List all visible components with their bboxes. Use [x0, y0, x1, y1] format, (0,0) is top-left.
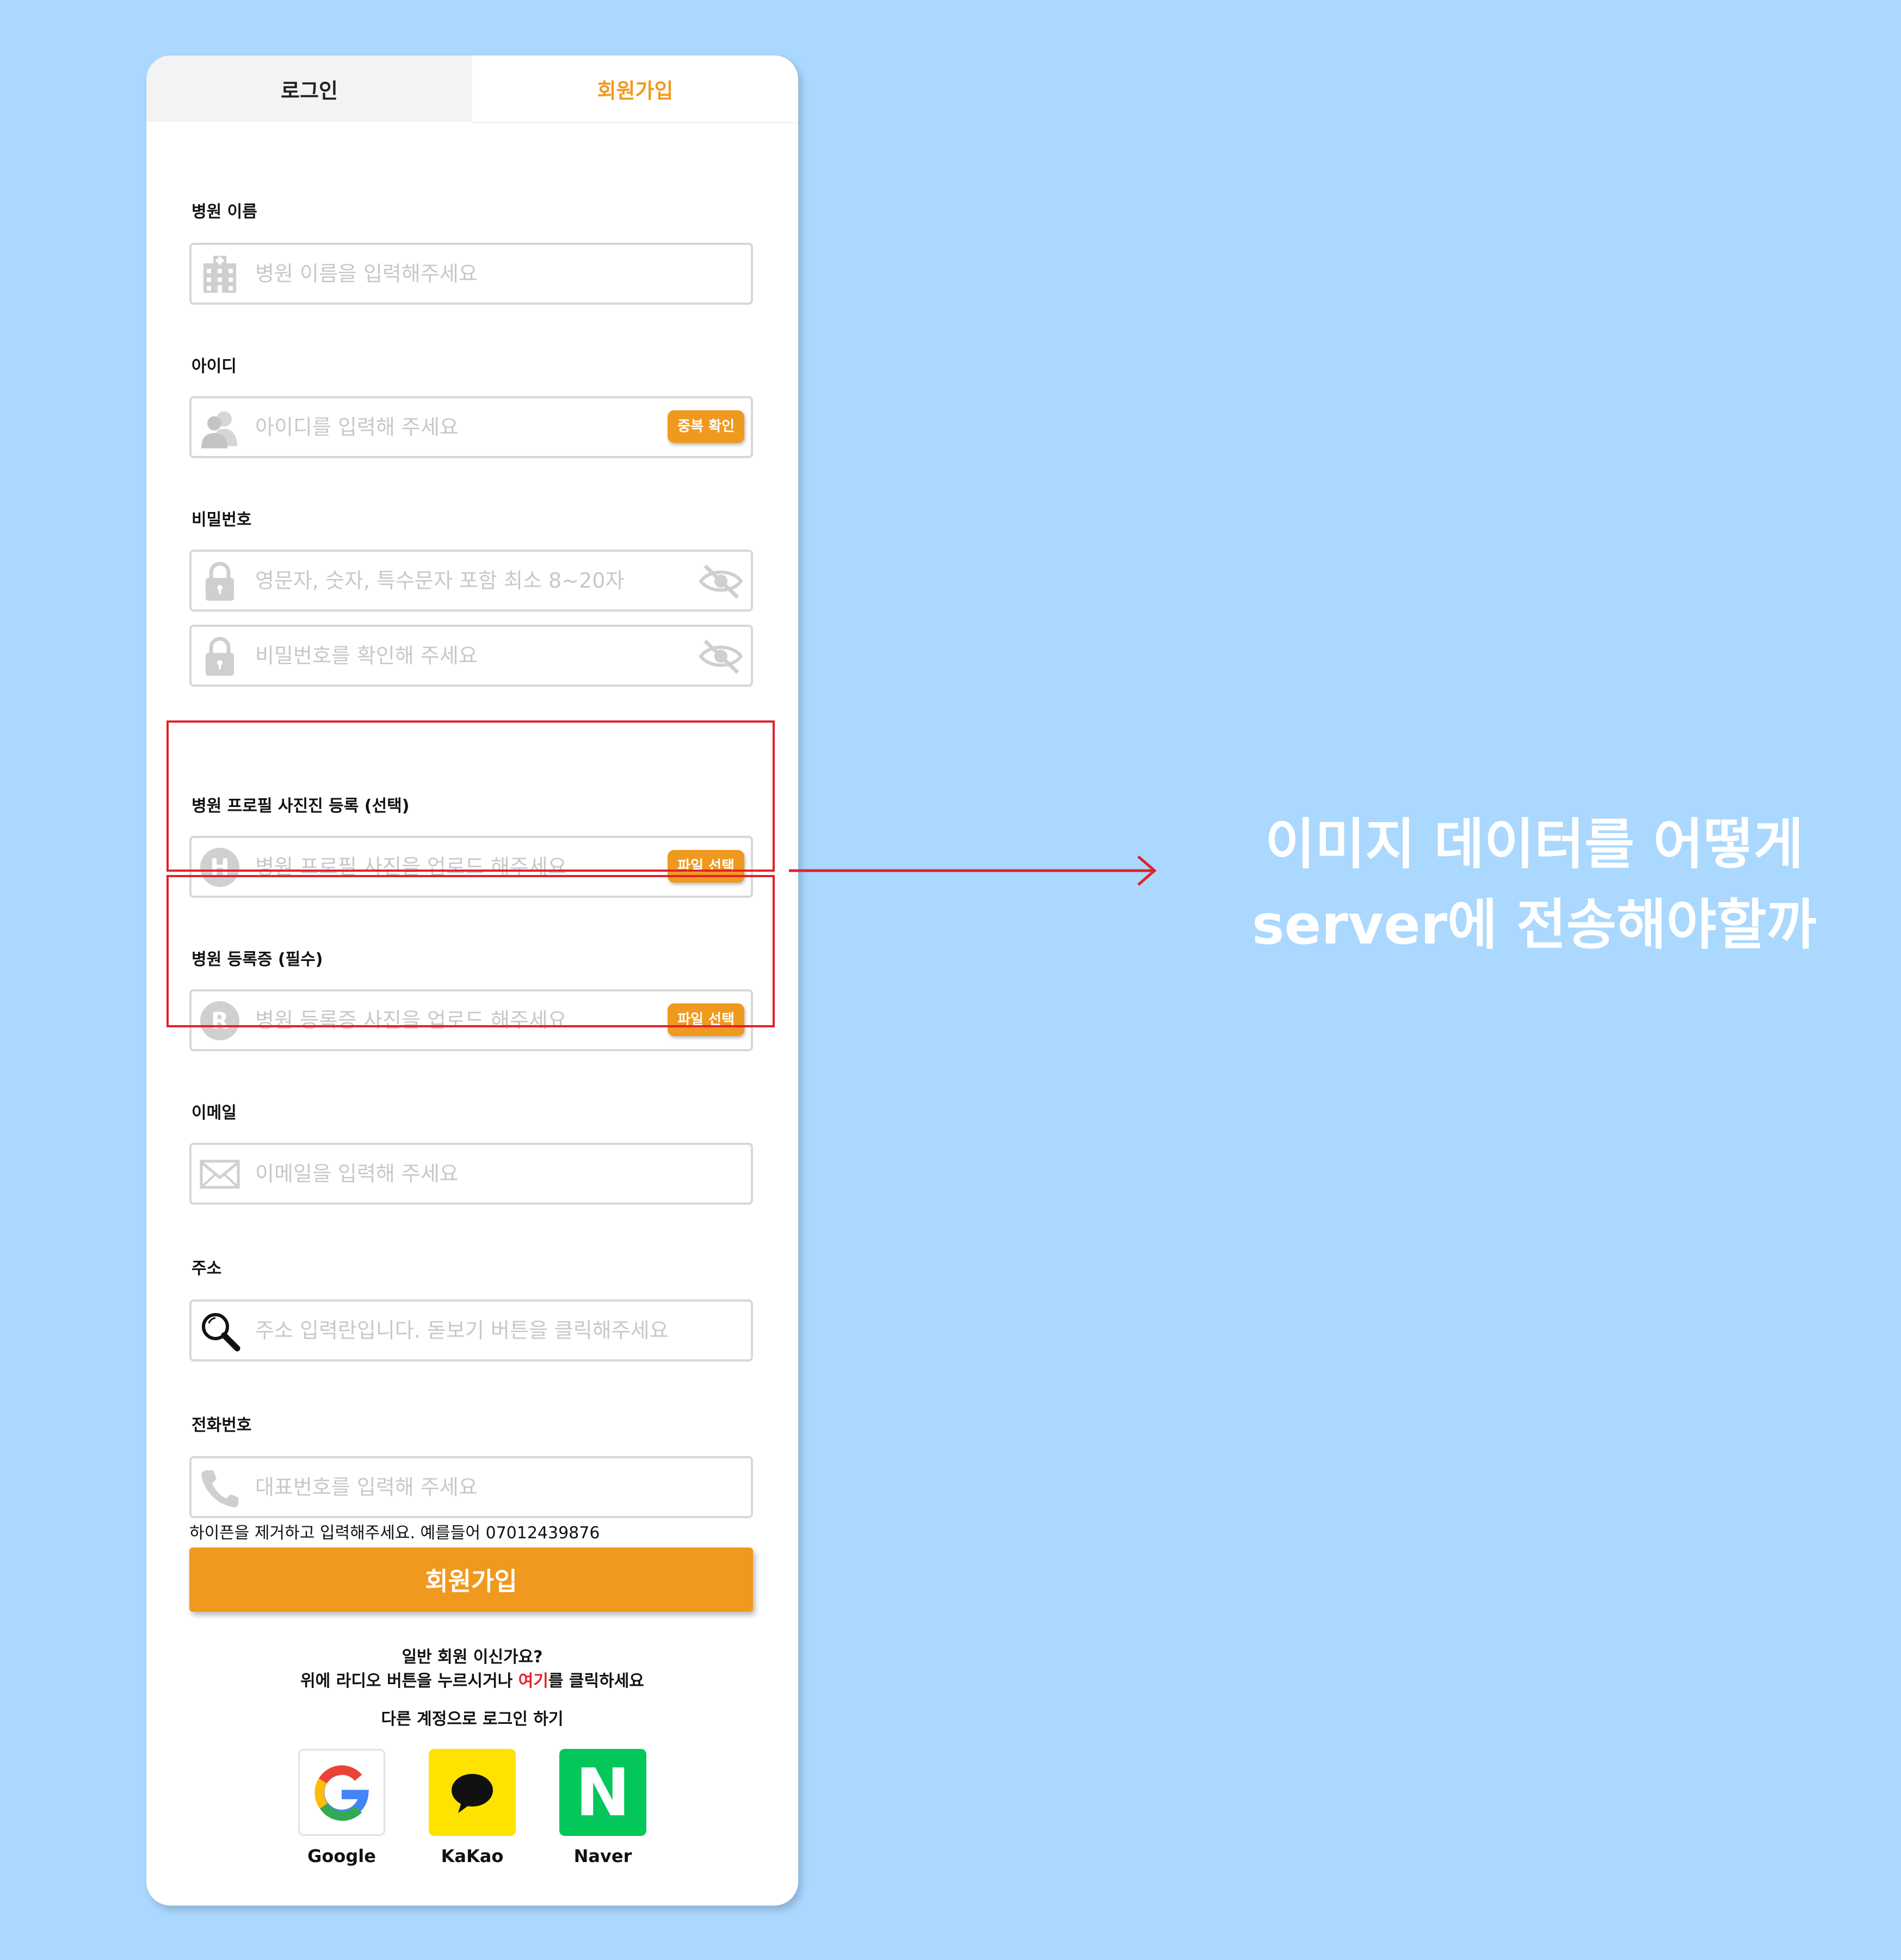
naver-login-button[interactable]: N: [559, 1749, 646, 1836]
user-icon: [201, 411, 237, 448]
kakao-label: KaKao: [441, 1846, 504, 1866]
address-label: 주소: [192, 1259, 222, 1278]
other-account-login-text: 다른 계정으로 로그인 하기: [381, 1710, 564, 1729]
phone-input[interactable]: 대표번호를 입력해 주세요: [255, 1458, 478, 1516]
google-icon: [314, 1765, 369, 1821]
tab-signup[interactable]: 회원가입: [472, 56, 798, 122]
mail-icon: [200, 1160, 240, 1189]
general-member-question: 일반 회원 이신가요?: [402, 1648, 543, 1667]
password-label: 비밀번호: [192, 510, 252, 529]
kakao-icon: [452, 1774, 493, 1813]
signup-submit-button[interactable]: 회원가입: [189, 1548, 753, 1612]
password-input[interactable]: 영문자, 숫자, 특수문자 포함 최소 8~20자: [255, 552, 624, 609]
google-label: Google: [307, 1846, 376, 1866]
email-input[interactable]: 이메일을 입력해 주세요: [255, 1145, 459, 1203]
address-input[interactable]: 주소 입력란입니다. 돋보기 버튼을 클릭해주세요: [255, 1302, 669, 1359]
phone-icon: [201, 1470, 238, 1507]
naver-letter: N: [576, 1755, 630, 1831]
instruction-text-pre: 위에 라디오 버튼을 누르시거나: [300, 1672, 519, 1691]
lock-icon: [206, 562, 234, 601]
google-login-button[interactable]: [298, 1749, 385, 1836]
password-confirm-input[interactable]: 비밀번호를 확인해 주세요: [255, 627, 478, 685]
email-field[interactable]: 이메일을 입력해 주세요: [189, 1143, 753, 1205]
kakao-login-button[interactable]: [429, 1749, 516, 1836]
naver-label: Naver: [573, 1846, 632, 1866]
hospital-name-input[interactable]: 병원 이름을 입력해주세요: [255, 245, 478, 303]
instruction-text-post: 를 클릭하세요: [548, 1672, 644, 1691]
user-id-input[interactable]: 아이디를 입력해 주세요: [255, 398, 459, 456]
tab-divider: [473, 122, 798, 124]
user-id-field[interactable]: 아이디를 입력해 주세요 중복 확인: [189, 396, 753, 458]
general-member-instruction: 위에 라디오 버튼을 누르시거나 여기를 클릭하세요: [146, 1667, 798, 1691]
phone-hint: 하이픈을 제거하고 입력해주세요. 예를들어 07012439876: [189, 1524, 600, 1543]
password-confirm-field[interactable]: 비밀번호를 확인해 주세요: [189, 625, 753, 687]
hospital-name-label: 병원 이름: [192, 202, 257, 221]
eye-slash-icon[interactable]: [698, 634, 744, 678]
hospital-icon: [203, 256, 236, 293]
phone-field[interactable]: 대표번호를 입력해 주세요: [189, 1456, 753, 1518]
arrow-icon: [789, 855, 1157, 886]
email-label: 이메일: [192, 1104, 237, 1123]
user-id-label: 아이디: [192, 357, 237, 376]
naver-icon: N: [576, 1755, 630, 1831]
address-field[interactable]: 주소 입력란입니다. 돋보기 버튼을 클릭해주세요: [189, 1299, 753, 1361]
lock-icon: [206, 637, 234, 676]
profile-highlight-box: [166, 720, 775, 872]
search-icon[interactable]: [199, 1310, 240, 1352]
annotation-line-2: server에 전송해야할까: [1252, 893, 1817, 957]
hospital-name-field[interactable]: 병원 이름을 입력해주세요: [189, 243, 753, 305]
phone-label: 전화번호: [192, 1416, 252, 1435]
tab-bar: 로그인 회원가입: [146, 56, 798, 122]
here-link[interactable]: 여기: [519, 1672, 548, 1691]
registration-highlight-box: [166, 875, 775, 1027]
password-field[interactable]: 영문자, 숫자, 특수문자 포함 최소 8~20자: [189, 550, 753, 612]
duplicate-check-button[interactable]: 중복 확인: [668, 410, 744, 443]
eye-slash-icon[interactable]: [698, 559, 744, 603]
annotation-line-1: 이미지 데이터를 어떻게: [1265, 812, 1804, 876]
tab-login[interactable]: 로그인: [146, 56, 472, 122]
